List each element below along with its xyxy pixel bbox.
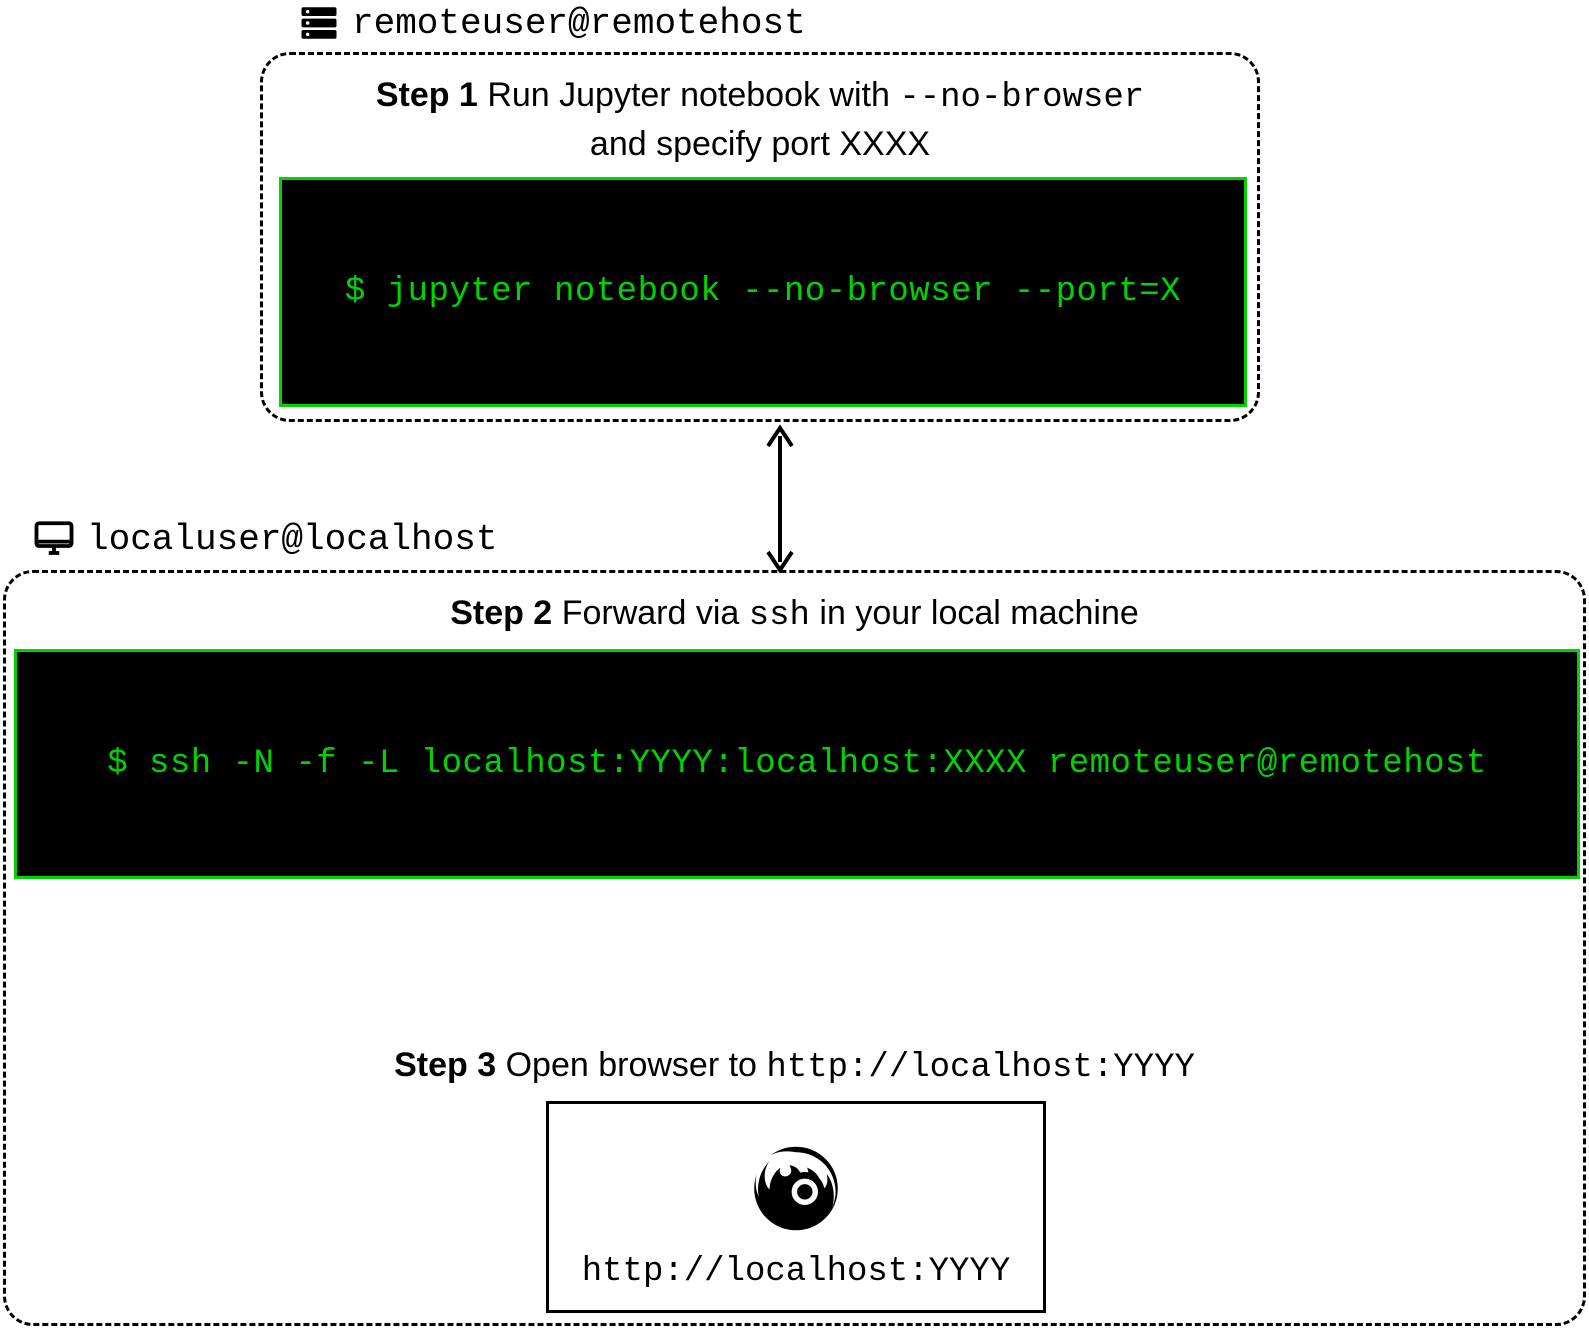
step3-text: Step 3 Open browser to http://localhost:… [6,1043,1583,1092]
local-host-text: localuser@localhost [87,519,497,560]
step2-text-b: in your local machine [819,594,1138,632]
step3-text-a: Open browser to [506,1046,757,1084]
local-host-label: localuser@localhost [33,518,497,560]
server-icon [298,2,340,44]
remote-terminal-cmd: $ jupyter notebook --no-browser --port=X [345,273,1181,311]
desktop-icon [33,518,75,560]
step1-text: Step 1 Run Jupyter notebook with --no-br… [263,73,1257,168]
local-terminal-cmd: $ ssh -N -f -L localhost:YYYY:localhost:… [107,745,1487,783]
firefox-icon [741,1128,851,1243]
remote-host-label: remoteuser@remotehost [298,2,806,44]
step2-label: Step 2 [450,594,552,632]
step1-flag: --no-browser [899,79,1144,117]
browser-url: http://localhost:YYYY [582,1253,1010,1291]
remote-box: Step 1 Run Jupyter notebook with --no-br… [260,52,1260,422]
remote-host-text: remoteuser@remotehost [352,3,806,44]
local-box: Step 2 Forward via ssh in your local mac… [3,570,1586,1326]
step2-cmd-word: ssh [749,597,810,635]
step3-url: http://localhost:YYYY [766,1049,1194,1087]
connector-arrow [760,422,800,576]
step1-text-a: Run Jupyter notebook with [487,76,890,114]
step1-label: Step 1 [376,76,478,114]
local-terminal: $ ssh -N -f -L localhost:YYYY:localhost:… [14,649,1580,879]
browser-box: http://localhost:YYYY [546,1101,1046,1313]
step2-text-a: Forward via [562,594,740,632]
remote-terminal: $ jupyter notebook --no-browser --port=X [279,177,1247,407]
step1-text-b: and specify port XXXX [590,125,930,163]
step2-text: Step 2 Forward via ssh in your local mac… [6,591,1583,640]
step3-label: Step 3 [394,1046,496,1084]
